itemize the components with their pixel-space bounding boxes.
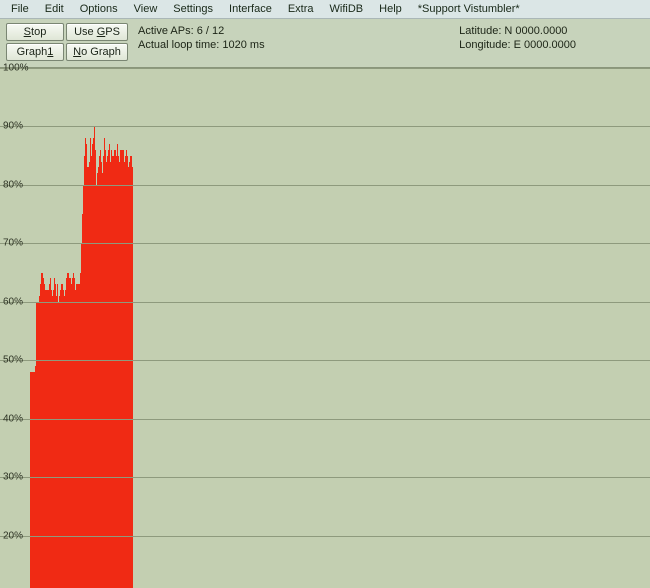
toolbar-buttons: Stop Use GPS Graph1 No Graph: [6, 23, 128, 61]
use-gps-rest: PS: [105, 26, 120, 38]
gridline: [0, 302, 650, 303]
use-gps-pre: Use: [74, 26, 97, 38]
no-graph-rest: o Graph: [81, 46, 121, 58]
gridline: [0, 536, 650, 537]
gridline: [0, 477, 650, 478]
status-info: Active APs: 6 / 12 Actual loop time: 102…: [138, 23, 265, 51]
gridline: [0, 185, 650, 186]
y-axis-label: 70%: [3, 238, 23, 249]
gridline: [0, 68, 650, 69]
menu-edit[interactable]: Edit: [38, 2, 71, 16]
menu-extra[interactable]: Extra: [281, 2, 321, 16]
menu-interface[interactable]: Interface: [222, 2, 279, 16]
longitude-label: Longitude: E 0000.0000: [459, 39, 576, 51]
y-axis-label: 20%: [3, 530, 23, 541]
stop-button-rest: top: [31, 26, 46, 38]
menu-support-vistumbler[interactable]: *Support Vistumbler*: [411, 2, 527, 16]
no-graph-button[interactable]: No Graph: [66, 43, 128, 61]
signal-bar: [132, 167, 133, 588]
y-axis-label: 100%: [3, 63, 29, 74]
gridline: [0, 126, 650, 127]
menu-wifidb[interactable]: WifiDB: [323, 2, 371, 16]
loop-time-label: Actual loop time: 1020 ms: [138, 39, 265, 51]
active-aps-label: Active APs: 6 / 12: [138, 25, 265, 37]
gridline: [0, 419, 650, 420]
signal-graph: 100%90%80%70%60%50%40%30%20%10%: [0, 68, 650, 588]
y-axis-label: 40%: [3, 413, 23, 424]
y-axis-label: 80%: [3, 179, 23, 190]
menu-bar: File Edit Options View Settings Interfac…: [0, 0, 650, 19]
gps-info: Latitude: N 0000.0000 Longitude: E 0000.…: [459, 23, 576, 51]
gridline: [0, 360, 650, 361]
y-axis-label: 30%: [3, 472, 23, 483]
menu-options[interactable]: Options: [73, 2, 125, 16]
menu-settings[interactable]: Settings: [166, 2, 220, 16]
menu-file[interactable]: File: [4, 2, 36, 16]
graph1-pre: Graph: [17, 46, 48, 58]
graph-bars: [30, 68, 650, 588]
y-axis-label: 50%: [3, 355, 23, 366]
gridline: [0, 243, 650, 244]
toolbar: Stop Use GPS Graph1 No Graph Active APs:…: [0, 19, 650, 68]
y-axis-label: 90%: [3, 121, 23, 132]
stop-button[interactable]: Stop: [6, 23, 64, 41]
latitude-label: Latitude: N 0000.0000: [459, 25, 576, 37]
y-axis-label: 60%: [3, 296, 23, 307]
menu-view[interactable]: View: [127, 2, 165, 16]
graph1-button[interactable]: Graph1: [6, 43, 64, 61]
menu-help[interactable]: Help: [372, 2, 409, 16]
use-gps-button[interactable]: Use GPS: [66, 23, 128, 41]
